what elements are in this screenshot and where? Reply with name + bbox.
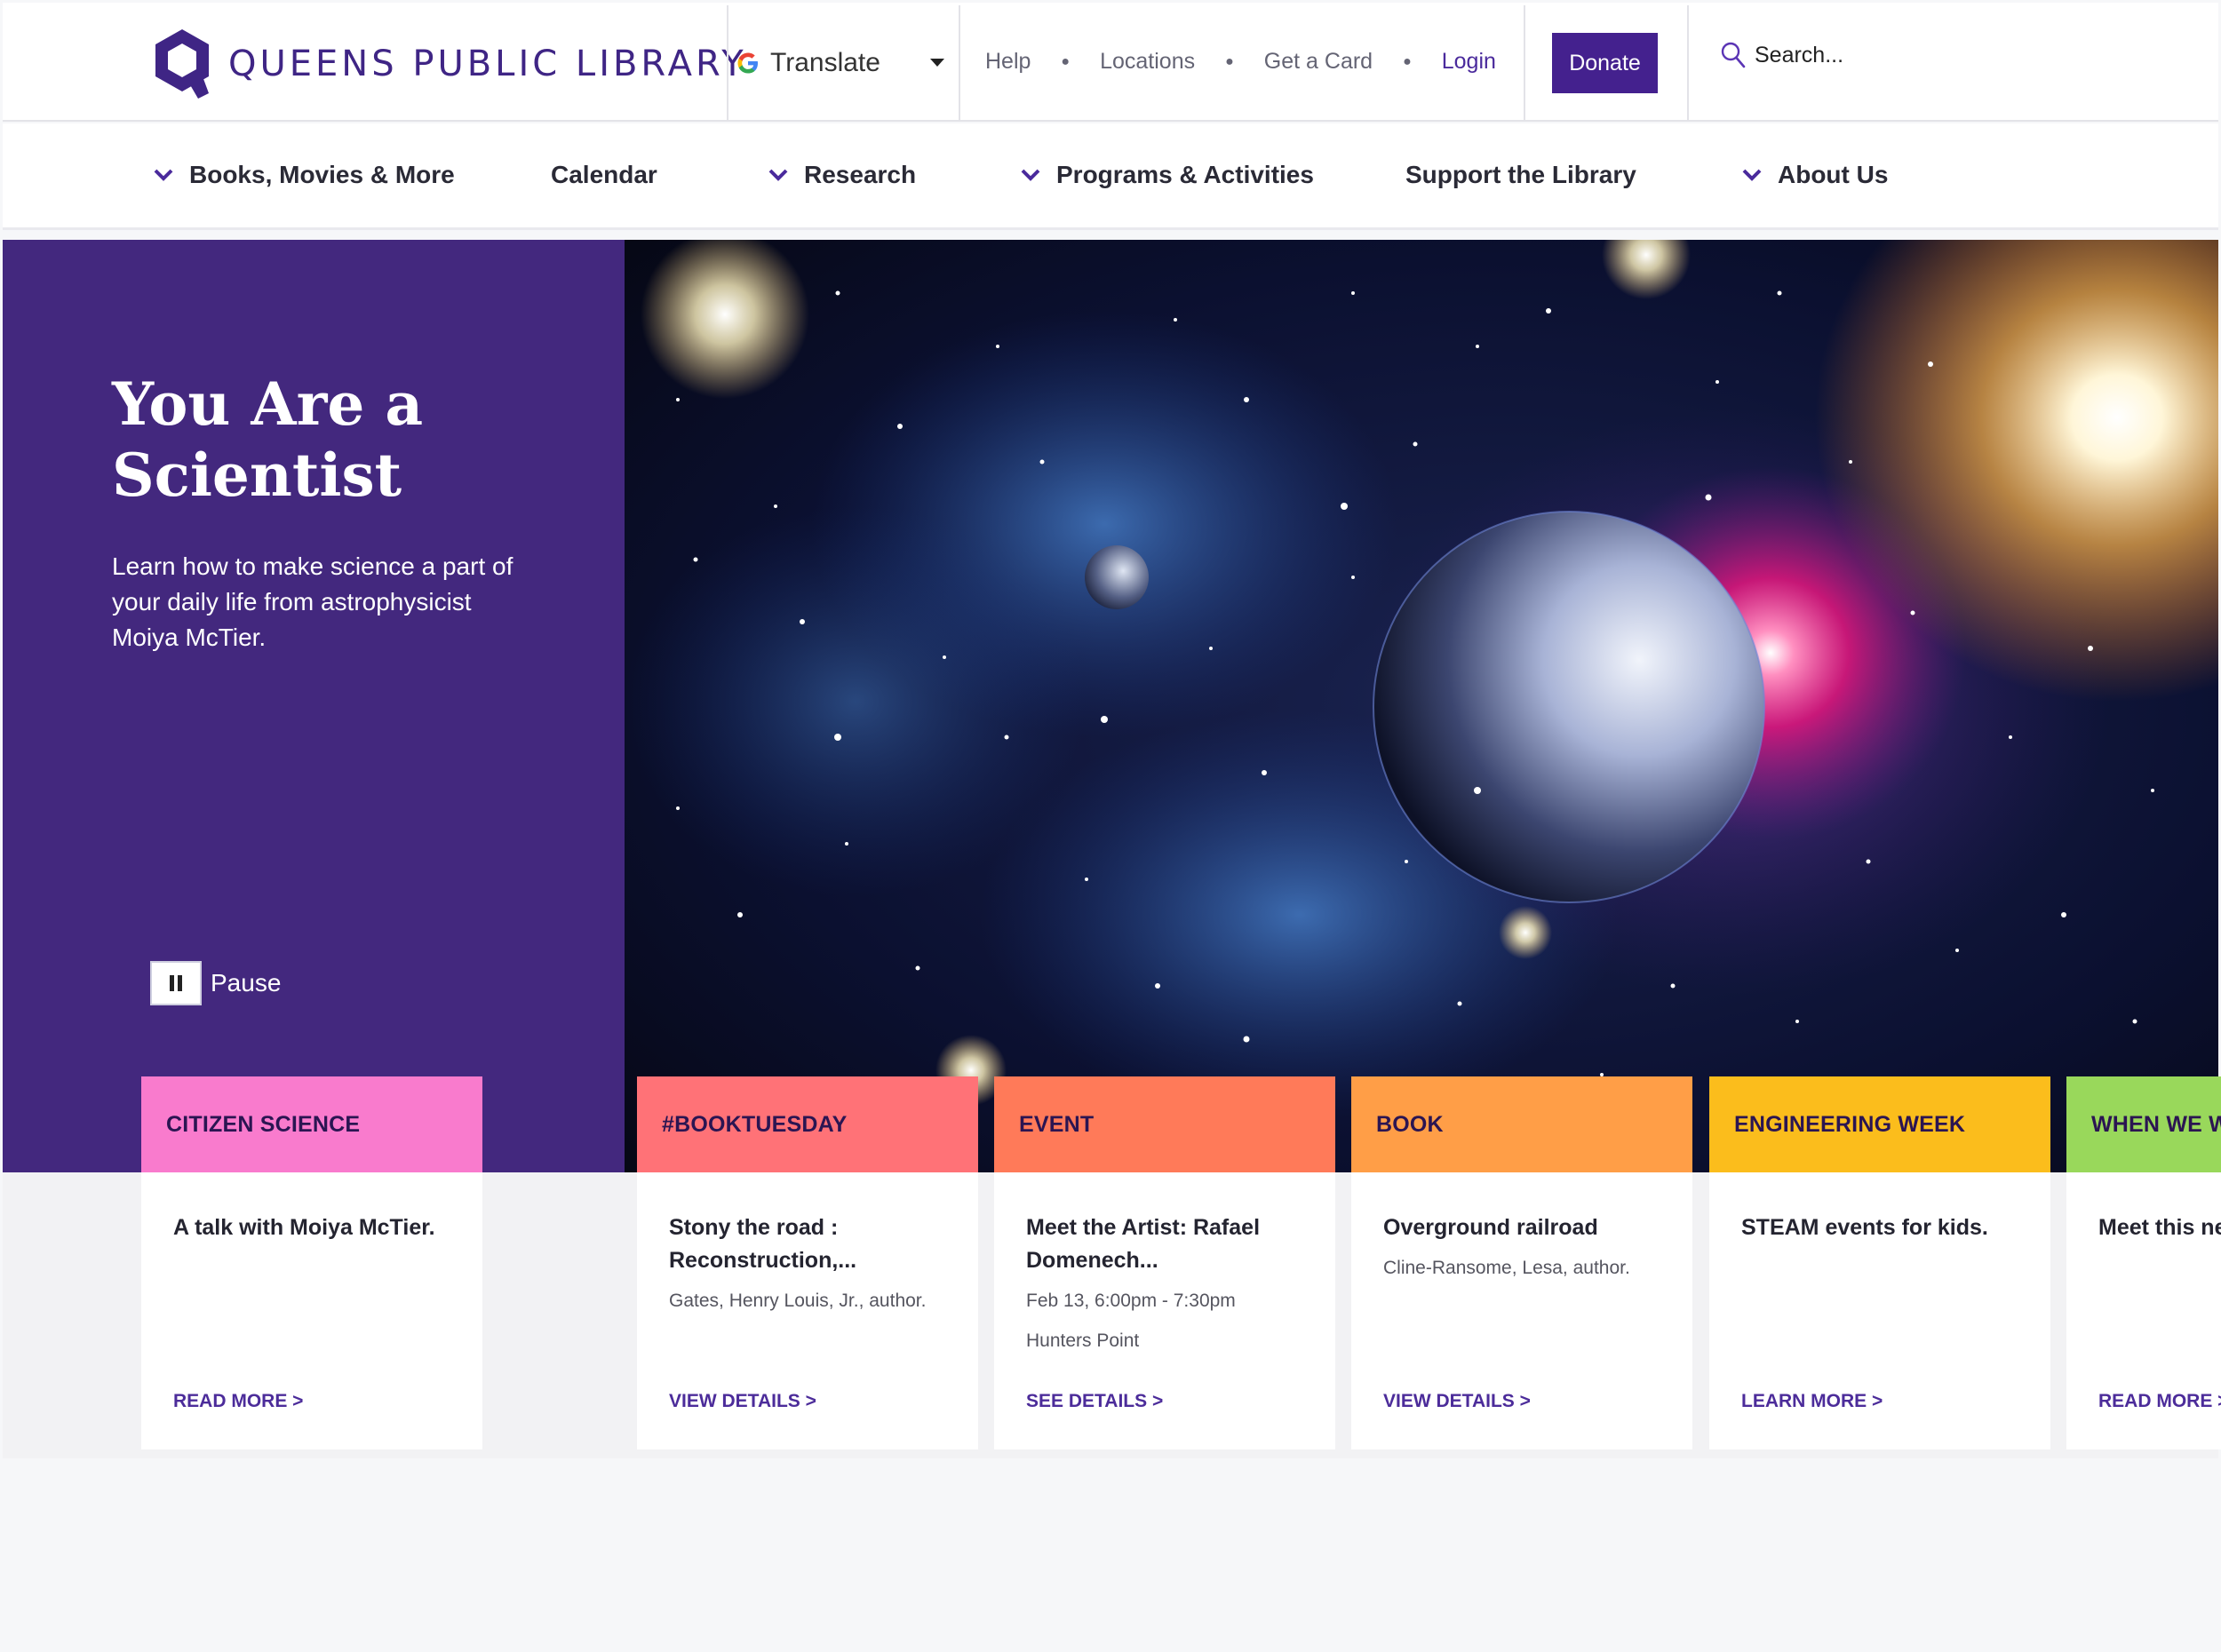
feature-card[interactable]: EVENT Meet the Artist: Rafael Domenech..… bbox=[994, 1076, 1335, 1449]
hero-description: Learn how to make science a part of your… bbox=[112, 552, 513, 651]
main-nav: Books, Movies & More Calendar Research P… bbox=[3, 123, 2218, 230]
card-title[interactable]: STEAM events for kids. bbox=[1741, 1211, 2018, 1244]
chevron-down-icon bbox=[1742, 169, 1762, 181]
separator-dot: ● bbox=[1225, 53, 1234, 69]
help-link[interactable]: Help bbox=[985, 49, 1031, 75]
card-date: Feb 13, 6:00pm - 7:30pm bbox=[1026, 1291, 1236, 1311]
divider bbox=[1687, 5, 1689, 121]
chevron-down-icon bbox=[768, 169, 788, 181]
nav-label: Support the Library bbox=[1405, 161, 1636, 188]
card-title[interactable]: Overground railroad bbox=[1383, 1211, 1660, 1244]
separator-dot: ● bbox=[1061, 53, 1071, 69]
login-link[interactable]: Login bbox=[1442, 49, 1496, 75]
translate-dropdown[interactable]: Translate bbox=[729, 5, 959, 121]
google-g-icon bbox=[737, 52, 758, 74]
card-tag: CITIZEN SCIENCE bbox=[141, 1076, 482, 1172]
nav-books-movies-more[interactable]: Books, Movies & More bbox=[154, 161, 455, 189]
card-title[interactable]: Meet this ne bbox=[2098, 1211, 2221, 1244]
search-icon bbox=[1721, 42, 1746, 68]
nav-support-the-library[interactable]: Support the Library bbox=[1405, 161, 1636, 189]
nav-label: About Us bbox=[1778, 161, 1889, 188]
nav-label: Programs & Activities bbox=[1056, 161, 1314, 188]
top-utility-bar: QUEENS PUBLIC LIBRARY Translate Help ● L… bbox=[3, 3, 2218, 122]
hero-space-image bbox=[625, 240, 2218, 1172]
chevron-down-icon bbox=[154, 169, 173, 181]
card-location: Hunters Point bbox=[1026, 1330, 1140, 1351]
card-author: Cline-Ransome, Lesa, author. bbox=[1383, 1258, 1630, 1278]
learn-more-link[interactable]: LEARN MORE > bbox=[1741, 1391, 1883, 1412]
hero-title: You Are a Scientist bbox=[112, 369, 424, 510]
queens-library-logo-icon bbox=[155, 29, 209, 99]
card-title[interactable]: Meet the Artist: Rafael Domenech... bbox=[1026, 1211, 1303, 1277]
feature-card[interactable]: WHEN WE W Meet this ne READ MORE > bbox=[2066, 1076, 2221, 1449]
nav-label: Research bbox=[804, 161, 917, 188]
separator-dot: ● bbox=[1403, 53, 1412, 69]
pause-label: Pause bbox=[211, 969, 282, 997]
card-tag: ENGINEERING WEEK bbox=[1709, 1076, 2050, 1172]
nav-about-us[interactable]: About Us bbox=[1742, 161, 1888, 189]
divider bbox=[1524, 5, 1525, 121]
feature-card[interactable]: BOOK Overground railroad Cline-Ransome, … bbox=[1351, 1076, 1692, 1449]
pause-button[interactable] bbox=[150, 961, 202, 1005]
site-logo[interactable]: QUEENS PUBLIC LIBRARY bbox=[154, 28, 747, 100]
nav-label: Calendar bbox=[551, 161, 657, 188]
card-title[interactable]: A talk with Moiya McTier. bbox=[173, 1211, 450, 1244]
divider bbox=[727, 5, 728, 121]
locations-link[interactable]: Locations bbox=[1100, 49, 1195, 75]
divider bbox=[959, 5, 960, 121]
nav-programs-activities[interactable]: Programs & Activities bbox=[1021, 161, 1314, 189]
pause-control[interactable]: Pause bbox=[150, 961, 281, 1005]
chevron-down-icon bbox=[1021, 169, 1040, 181]
card-tag: #BOOKTUESDAY bbox=[637, 1076, 978, 1172]
pause-icon bbox=[170, 975, 182, 991]
get-a-card-link[interactable]: Get a Card bbox=[1264, 49, 1373, 75]
page-lower-area bbox=[3, 1458, 2218, 1652]
feature-card[interactable]: CITIZEN SCIENCE A talk with Moiya McTier… bbox=[141, 1076, 482, 1449]
view-details-link[interactable]: VIEW DETAILS > bbox=[669, 1391, 816, 1412]
caret-down-icon bbox=[930, 59, 944, 67]
card-author: Gates, Henry Louis, Jr., author. bbox=[669, 1291, 927, 1311]
see-details-link[interactable]: SEE DETAILS > bbox=[1026, 1391, 1163, 1412]
card-title[interactable]: Stony the road : Reconstruction,... bbox=[669, 1211, 946, 1277]
read-more-link[interactable]: READ MORE > bbox=[2098, 1391, 2221, 1412]
card-tag: EVENT bbox=[994, 1076, 1335, 1172]
utility-links: Help ● Locations ● Get a Card ● Login bbox=[985, 49, 1496, 75]
feature-card[interactable]: ENGINEERING WEEK STEAM events for kids. … bbox=[1709, 1076, 2050, 1449]
translate-label: Translate bbox=[770, 48, 880, 77]
view-details-link[interactable]: VIEW DETAILS > bbox=[1383, 1391, 1531, 1412]
feature-card[interactable]: #BOOKTUESDAY Stony the road : Reconstruc… bbox=[637, 1076, 978, 1449]
space-scene bbox=[625, 240, 2218, 1172]
hero-carousel: You Are a Scientist Learn how to make sc… bbox=[3, 240, 2218, 1172]
donate-button[interactable]: Donate bbox=[1552, 33, 1658, 93]
hero-text-panel: You Are a Scientist Learn how to make sc… bbox=[3, 240, 625, 1172]
card-tag: BOOK bbox=[1351, 1076, 1692, 1172]
search-input[interactable]: Search... bbox=[1721, 42, 1843, 68]
search-placeholder: Search... bbox=[1755, 42, 1844, 68]
card-tag: WHEN WE W bbox=[2066, 1076, 2221, 1172]
nav-label: Books, Movies & More bbox=[189, 161, 455, 188]
read-more-link[interactable]: READ MORE > bbox=[173, 1391, 303, 1412]
nav-research[interactable]: Research bbox=[768, 161, 916, 189]
logo-text: QUEENS PUBLIC LIBRARY bbox=[228, 44, 747, 84]
nav-calendar[interactable]: Calendar bbox=[551, 161, 657, 189]
